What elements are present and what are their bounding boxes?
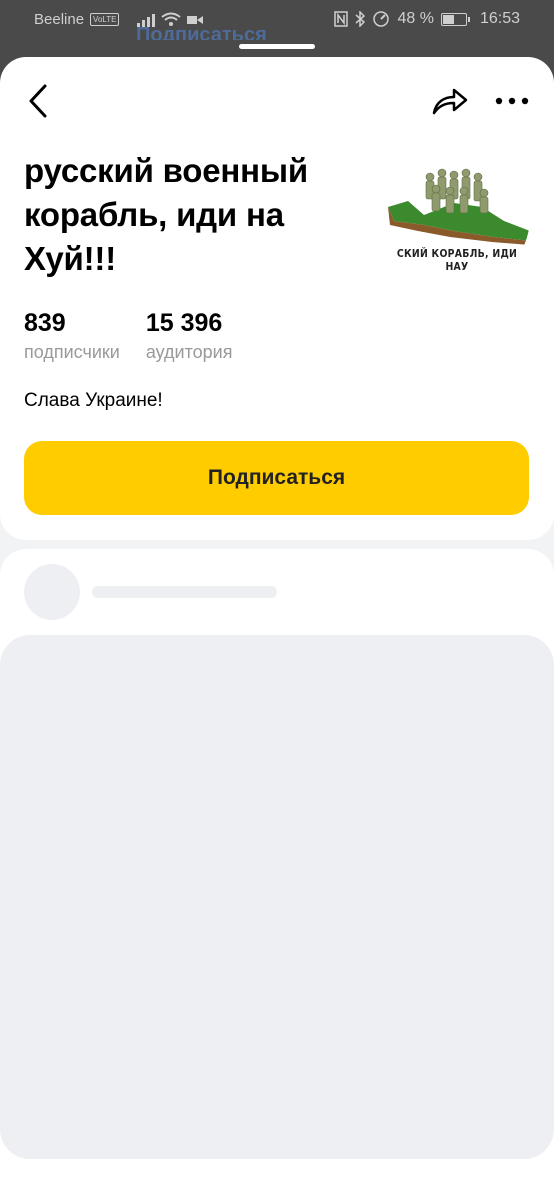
status-bar: Beeline VoLTE 48 % 16:53	[0, 0, 554, 40]
avatar-caption: СКИЙ КОРАБЛЬ, ИДИ НАУ	[396, 247, 518, 273]
channel-sheet: русский военный корабль, иди на Хуй!!! С…	[0, 57, 554, 540]
video-icon	[187, 15, 204, 24]
share-button[interactable]	[428, 81, 472, 121]
subscribe-button[interactable]: Подписаться	[24, 441, 529, 515]
subscribers-label: подписчики	[24, 342, 120, 362]
avatar-illustration	[388, 168, 530, 245]
feed-placeholder-card	[0, 549, 554, 1200]
battery-icon	[440, 12, 470, 26]
battery-percent: 48 %	[397, 10, 434, 27]
nfc-icon	[334, 11, 349, 27]
audience-stat: 15 396 аудитория	[146, 307, 233, 363]
placeholder-line	[92, 586, 277, 598]
carrier-name: Beeline	[34, 11, 85, 28]
signal-icon	[137, 13, 156, 27]
back-button[interactable]	[18, 81, 58, 121]
placeholder-content	[0, 635, 554, 1159]
more-horizontal-icon	[495, 97, 529, 105]
data-saver-icon	[373, 11, 390, 27]
sheet-drag-handle[interactable]	[239, 44, 315, 49]
audience-label: аудитория	[145, 342, 233, 362]
subscribers-count: 839	[24, 309, 66, 337]
placeholder-avatar	[24, 564, 80, 620]
channel-description: Слава Украине!	[24, 390, 163, 411]
volte-badge: VoLTE	[90, 13, 120, 26]
more-button[interactable]	[490, 81, 534, 121]
channel-stats: 839 подписчики 15 396 аудитория	[24, 307, 232, 363]
share-icon	[432, 88, 468, 115]
audience-count: 15 396	[145, 309, 223, 337]
wifi-icon	[161, 12, 182, 26]
channel-title: русский военный корабль, иди на Хуй!!!	[24, 152, 308, 277]
clock: 16:53	[479, 10, 520, 27]
subscribers-stat: 839 подписчики	[24, 307, 120, 363]
channel-avatar[interactable]: СКИЙ КОРАБЛЬ, ИДИ НАУ	[384, 145, 530, 289]
chevron-left-icon	[29, 84, 47, 118]
bluetooth-icon	[355, 11, 366, 27]
